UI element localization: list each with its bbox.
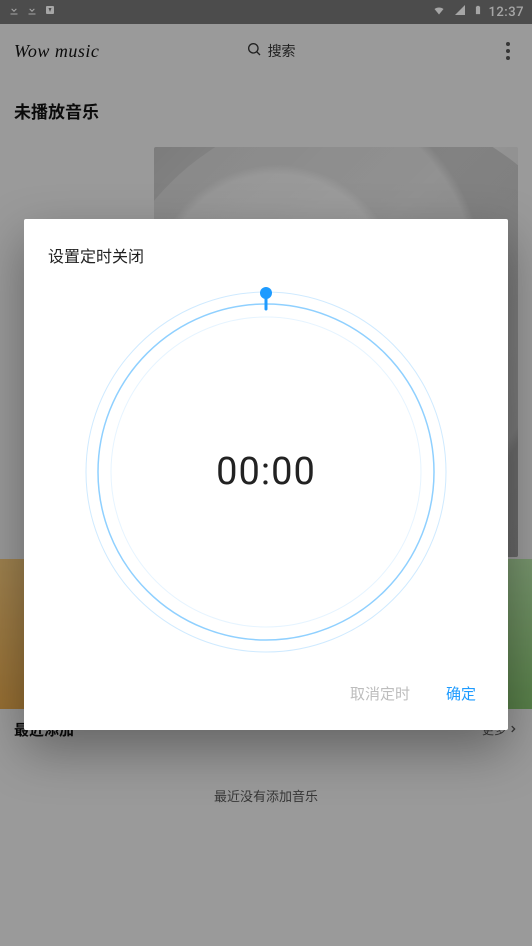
- timer-dial[interactable]: 00:00: [81, 287, 451, 657]
- timer-value: 00:00: [81, 287, 451, 657]
- dial-container: 00:00: [48, 287, 484, 657]
- confirm-button[interactable]: 确定: [442, 675, 480, 712]
- dialog-actions: 取消定时 确定: [48, 667, 484, 718]
- cancel-timer-button[interactable]: 取消定时: [346, 675, 414, 712]
- sleep-timer-dialog: 设置定时关闭 00:00 取消定时 确定: [24, 219, 508, 730]
- dialog-title: 设置定时关闭: [48, 243, 484, 267]
